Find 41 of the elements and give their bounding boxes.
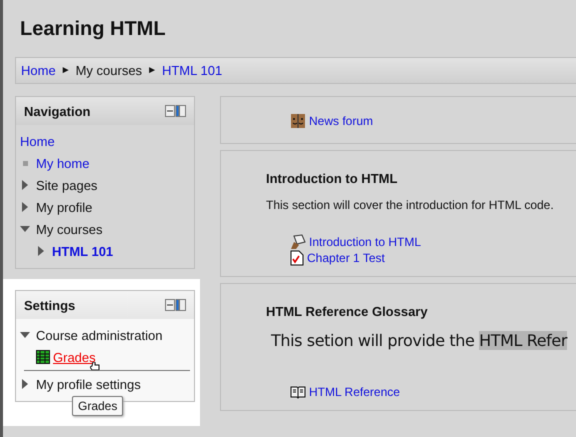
dock-block-icon[interactable]	[165, 105, 186, 117]
expanded-triangle-icon[interactable]	[20, 330, 30, 340]
block-title: Navigation	[24, 104, 90, 118]
settings-item[interactable]: Course administration	[36, 328, 162, 342]
tooltip: Grades	[72, 396, 124, 416]
breadcrumb-item[interactable]: HTML 101	[162, 63, 222, 78]
page-title: Learning HTML	[19, 17, 167, 40]
collapsed-triangle-icon[interactable]	[20, 202, 30, 212]
square-bullet-icon	[20, 158, 30, 168]
collapsed-triangle-icon[interactable]	[20, 379, 30, 389]
section-summary: This setion will provide the HTML Refer	[271, 331, 568, 350]
breadcrumb-separator: ►	[60, 65, 71, 76]
settings-item[interactable]: My profile settings	[36, 376, 141, 392]
section-summary: This section will cover the introduction for HTML code.	[266, 198, 555, 212]
faces-icon	[290, 113, 306, 129]
nav-item[interactable]: My home	[36, 156, 90, 170]
spreadsheet-icon	[36, 350, 50, 364]
activity-link[interactable]: Chapter 1 Test	[307, 251, 385, 265]
nav-item[interactable]: My courses	[36, 222, 102, 236]
open-book-icon	[290, 385, 306, 399]
document-hand-icon	[290, 234, 306, 250]
hand-cursor-icon	[90, 362, 100, 370]
nav-item[interactable]: Site pages	[36, 178, 98, 192]
expanded-triangle-icon[interactable]	[20, 224, 30, 234]
section-title: HTML Reference Glossary	[266, 304, 429, 319]
collapsed-triangle-icon[interactable]	[36, 246, 46, 256]
nav-item[interactable]: My profile	[36, 200, 92, 214]
grades-link[interactable]: Grades	[53, 350, 96, 364]
activity-link[interactable]: News forum	[309, 114, 374, 128]
section-title: Introduction to HTML	[266, 171, 398, 186]
breadcrumb-item[interactable]: Home	[21, 63, 56, 78]
nav-item[interactable]: HTML 101	[52, 244, 114, 258]
breadcrumb-separator: ►	[147, 65, 157, 76]
dock-block-icon[interactable]	[165, 299, 186, 311]
collapsed-triangle-icon[interactable]	[20, 180, 30, 190]
breadcrumb-item: My courses	[76, 63, 142, 78]
checked-document-icon	[290, 250, 304, 266]
activity-link[interactable]: HTML Reference	[309, 385, 400, 399]
nav-item[interactable]: Home	[20, 134, 55, 148]
block-title: Settings	[24, 298, 76, 312]
activity-link[interactable]: Introduction to HTML	[309, 235, 422, 249]
